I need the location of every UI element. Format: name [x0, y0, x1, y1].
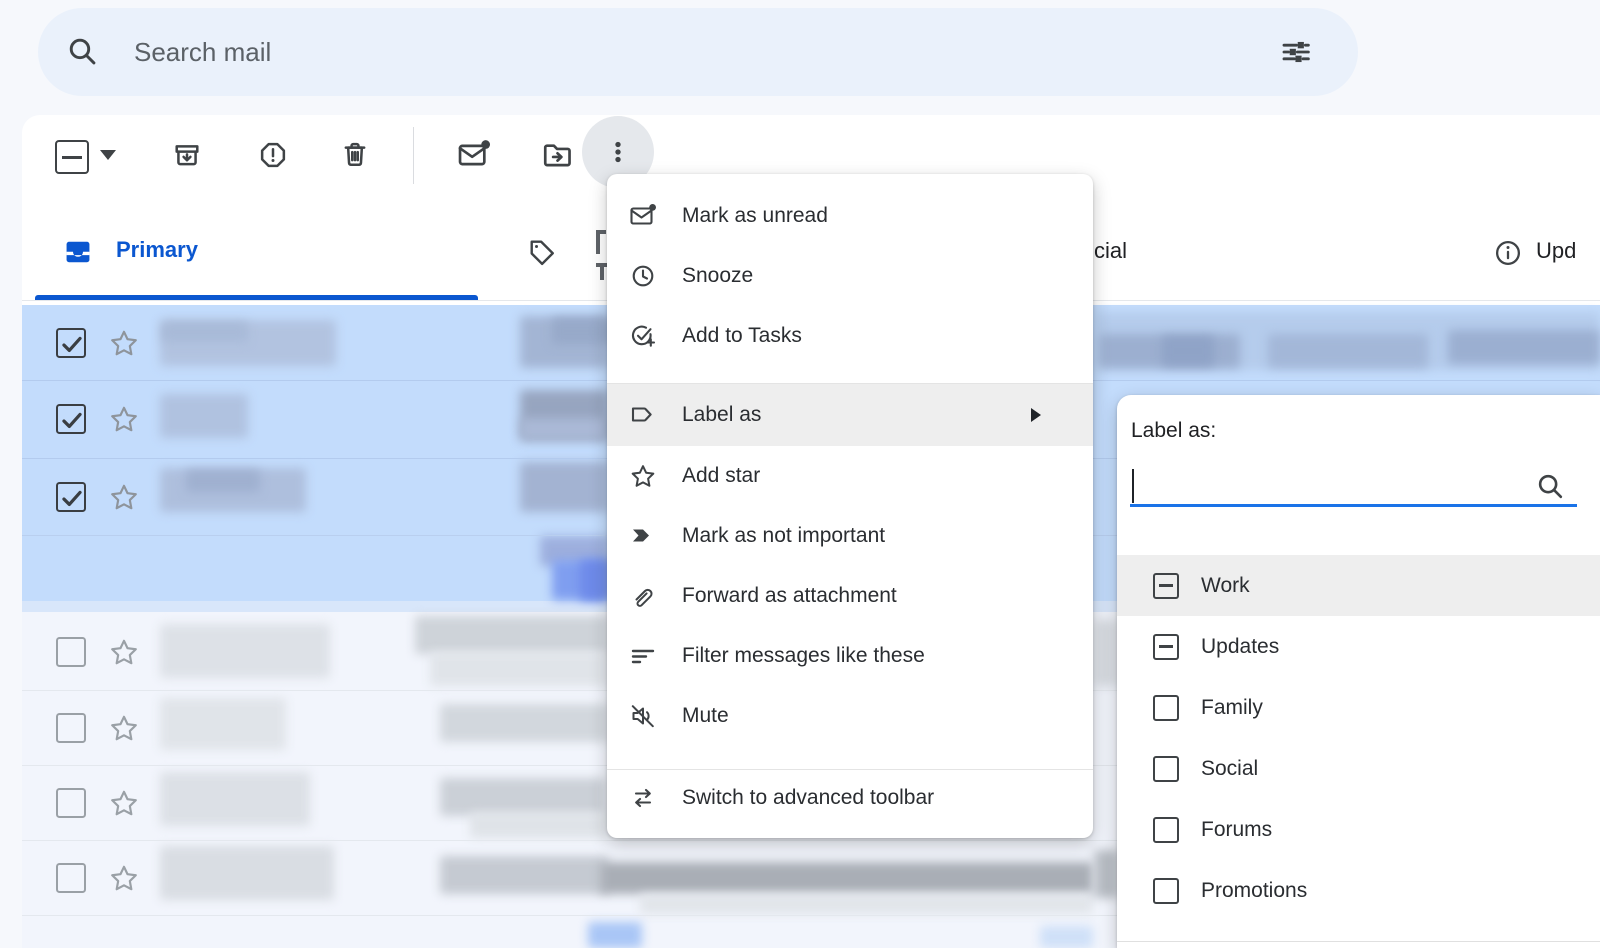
- row-checkbox-checked[interactable]: [56, 404, 86, 434]
- star-icon[interactable]: [108, 787, 140, 819]
- menu-item-label: Filter messages like these: [682, 644, 925, 668]
- checkbox-indeterminate-icon[interactable]: [1153, 573, 1179, 599]
- menu-item-switch-toolbar[interactable]: Switch to advanced toolbar: [607, 770, 1093, 826]
- star-icon[interactable]: [108, 403, 140, 435]
- menu-item-mark-not-important[interactable]: Mark as not important: [607, 506, 1093, 566]
- occluded-tab-label-fragment: [596, 230, 606, 234]
- row-checkbox-checked[interactable]: [56, 328, 86, 358]
- star-icon[interactable]: [108, 712, 140, 744]
- label-option-text: Forums: [1201, 818, 1272, 842]
- menu-item-mute[interactable]: Mute: [607, 686, 1093, 746]
- label-option-work[interactable]: Work: [1117, 555, 1600, 616]
- paperclip-icon: [628, 581, 658, 611]
- select-all-checkbox-indeterminate[interactable]: [55, 140, 89, 174]
- task-add-icon: [628, 321, 658, 351]
- tab-updates-partial[interactable]: Upd: [1536, 238, 1600, 264]
- star-icon[interactable]: [108, 862, 140, 894]
- toolbar-divider: [413, 127, 414, 184]
- submenu-arrow-icon: [1031, 408, 1041, 422]
- menu-item-label: Add star: [682, 464, 760, 488]
- tab-primary[interactable]: Primary: [116, 237, 198, 263]
- report-spam-button[interactable]: [257, 139, 289, 171]
- redacted-content-block: [1040, 926, 1093, 948]
- search-bar[interactable]: Search mail: [38, 8, 1358, 96]
- menu-item-snooze[interactable]: Snooze: [607, 246, 1093, 306]
- search-input[interactable]: Search mail: [134, 37, 271, 68]
- row-checkbox[interactable]: [56, 637, 86, 667]
- label-option-promotions[interactable]: Promotions: [1117, 860, 1600, 921]
- checkbox-indeterminate-icon[interactable]: [1153, 634, 1179, 660]
- tag-icon[interactable]: [526, 236, 558, 268]
- gmail-app: Search mail: [0, 0, 1600, 948]
- star-icon[interactable]: [108, 636, 140, 668]
- filter-lines-icon: [628, 641, 658, 671]
- move-to-button[interactable]: [541, 139, 575, 173]
- mute-speaker-icon: [628, 701, 658, 731]
- menu-item-label: Switch to advanced toolbar: [682, 786, 934, 810]
- star-icon[interactable]: [108, 327, 140, 359]
- label-as-submenu: Label as: Work Updates Family: [1117, 395, 1600, 948]
- tune-filters-icon[interactable]: [1280, 36, 1312, 68]
- menu-item-add-to-tasks[interactable]: Add to Tasks: [607, 306, 1093, 366]
- checkbox-empty-icon[interactable]: [1153, 817, 1179, 843]
- label-option-text: Work: [1201, 574, 1250, 598]
- envelope-unread-icon: [628, 201, 658, 231]
- occluded-tab-label-fragment: [596, 230, 600, 254]
- select-options-caret-icon[interactable]: [100, 150, 116, 160]
- label-option-text: Updates: [1201, 635, 1279, 659]
- label-option-text: Social: [1201, 757, 1258, 781]
- primary-inbox-icon[interactable]: [62, 236, 94, 268]
- more-options-menu: Mark as unread Snooze Add to Tasks: [607, 174, 1093, 838]
- menu-item-label: Add to Tasks: [682, 324, 802, 348]
- redacted-content-block: [580, 560, 608, 600]
- checkbox-empty-icon[interactable]: [1153, 878, 1179, 904]
- checkbox-empty-icon[interactable]: [1153, 695, 1179, 721]
- search-icon[interactable]: [66, 35, 100, 69]
- label-option-forums[interactable]: Forums: [1117, 799, 1600, 860]
- menu-item-label: Mute: [682, 704, 729, 728]
- search-icon[interactable]: [1535, 471, 1567, 503]
- label-tag-icon: [628, 400, 658, 430]
- star-icon: [628, 461, 658, 491]
- label-option-text: Promotions: [1201, 879, 1307, 903]
- checkbox-empty-icon[interactable]: [1153, 756, 1179, 782]
- label-option-updates[interactable]: Updates: [1117, 616, 1600, 677]
- menu-item-label: Forward as attachment: [682, 584, 897, 608]
- label-option-text: Family: [1201, 696, 1263, 720]
- submenu-divider: [1117, 941, 1600, 942]
- importance-marker-icon: [628, 521, 658, 551]
- row-checkbox[interactable]: [56, 713, 86, 743]
- row-checkbox-checked[interactable]: [56, 482, 86, 512]
- menu-item-add-star[interactable]: Add star: [607, 446, 1093, 506]
- menu-item-label: Mark as unread: [682, 204, 828, 228]
- row-checkbox[interactable]: [56, 788, 86, 818]
- mark-unread-button[interactable]: [457, 138, 491, 172]
- label-option-family[interactable]: Family: [1117, 677, 1600, 738]
- occluded-tab-label-fragment: [600, 263, 604, 280]
- menu-item-label: Mark as not important: [682, 524, 885, 548]
- delete-button[interactable]: [339, 139, 371, 171]
- redacted-content-block: [588, 922, 642, 948]
- swap-arrows-icon: [628, 783, 658, 813]
- menu-item-mark-as-unread[interactable]: Mark as unread: [607, 186, 1093, 246]
- label-option-social[interactable]: Social: [1117, 738, 1600, 799]
- label-options-list: Work Updates Family Social Forums Promot…: [1117, 555, 1600, 921]
- label-search-input[interactable]: [1130, 465, 1530, 505]
- submenu-title: Label as:: [1131, 419, 1216, 443]
- info-icon[interactable]: [1492, 237, 1524, 269]
- star-icon[interactable]: [108, 481, 140, 513]
- menu-item-filter-messages[interactable]: Filter messages like these: [607, 626, 1093, 686]
- archive-button[interactable]: [171, 139, 203, 171]
- menu-item-label: Snooze: [682, 264, 753, 288]
- clock-icon: [628, 261, 658, 291]
- menu-item-label-as[interactable]: Label as: [607, 384, 1093, 446]
- menu-item-forward-attachment[interactable]: Forward as attachment: [607, 566, 1093, 626]
- menu-item-label: Label as: [682, 403, 761, 427]
- tab-social-partial[interactable]: cial: [1094, 238, 1127, 264]
- row-checkbox[interactable]: [56, 863, 86, 893]
